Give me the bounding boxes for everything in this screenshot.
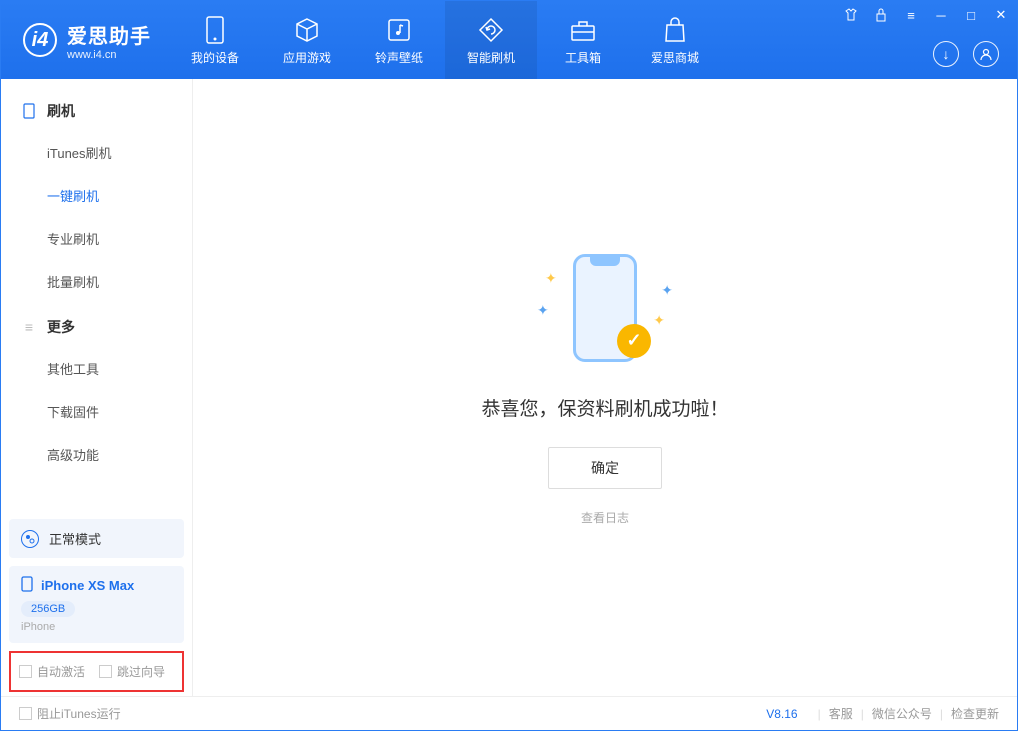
nav-label: 铃声壁纸 xyxy=(375,49,423,66)
checkbox-icon xyxy=(19,665,32,678)
checkbox-label: 自动激活 xyxy=(37,663,85,680)
phone-icon xyxy=(200,15,230,45)
menu-icon[interactable]: ≡ xyxy=(901,5,921,25)
minimize-button[interactable]: ─ xyxy=(931,5,951,25)
nav-ringtones[interactable]: 铃声壁纸 xyxy=(353,1,445,79)
sidebar-section-more: ≡ 更多 其他工具 下载固件 高级功能 xyxy=(1,307,192,476)
nav-label: 智能刷机 xyxy=(467,49,515,66)
checkbox-block-itunes[interactable]: 阻止iTunes运行 xyxy=(19,705,121,722)
nav-my-device[interactable]: 我的设备 xyxy=(169,1,261,79)
nav-label: 我的设备 xyxy=(191,49,239,66)
check-update-link[interactable]: 检查更新 xyxy=(951,705,999,722)
checkmark-badge-icon: ✓ xyxy=(617,324,651,358)
lock-icon[interactable] xyxy=(871,5,891,25)
logo-text: 爱思助手 www.i4.cn xyxy=(67,20,151,61)
download-button[interactable]: ↓ xyxy=(933,41,959,67)
phone-icon xyxy=(21,576,33,595)
list-icon: ≡ xyxy=(21,319,37,335)
sidebar-item-itunes-flash[interactable]: iTunes刷机 xyxy=(1,131,192,174)
support-link[interactable]: 客服 xyxy=(829,705,853,722)
footer: 阻止iTunes运行 V8.16 | 客服 | 微信公众号 | 检查更新 xyxy=(1,696,1017,730)
sidebar-section-flash: 刷机 iTunes刷机 一键刷机 专业刷机 批量刷机 xyxy=(1,91,192,303)
view-log-link[interactable]: 查看日志 xyxy=(581,509,629,526)
sidebar-item-other-tools[interactable]: 其他工具 xyxy=(1,347,192,390)
sparkle-icon: ✦ xyxy=(661,282,673,299)
sidebar-item-download-firmware[interactable]: 下载固件 xyxy=(1,390,192,433)
device-capacity: 256GB xyxy=(21,601,75,617)
checkbox-auto-activate[interactable]: 自动激活 xyxy=(19,663,85,680)
checkbox-label: 阻止iTunes运行 xyxy=(37,705,121,722)
header: i4 爱思助手 www.i4.cn 我的设备 应用游戏 铃声壁纸 智能刷机 工具… xyxy=(1,1,1017,79)
success-illustration: ✦ ✦ ✦ ✦ ✓ xyxy=(535,250,675,370)
nav-label: 爱思商城 xyxy=(651,49,699,66)
device-panel: 正常模式 iPhone XS Max 256GB iPhone 自动激活 跳过向… xyxy=(1,519,192,696)
footer-right: V8.16 | 客服 | 微信公众号 | 检查更新 xyxy=(766,705,999,722)
maximize-button[interactable]: □ xyxy=(961,5,981,25)
sidebar-item-oneclick-flash[interactable]: 一键刷机 xyxy=(1,174,192,217)
device-type: iPhone xyxy=(21,621,172,633)
sidebar: 刷机 iTunes刷机 一键刷机 专业刷机 批量刷机 ≡ 更多 其他工具 下载固… xyxy=(1,79,193,696)
checkbox-label: 跳过向导 xyxy=(117,663,165,680)
logo-icon: i4 xyxy=(23,23,57,57)
ok-button[interactable]: 确定 xyxy=(548,447,662,489)
nav-label: 工具箱 xyxy=(565,49,601,66)
cube-icon xyxy=(292,15,322,45)
sidebar-header-more: ≡ 更多 xyxy=(1,307,192,347)
device-name: iPhone XS Max xyxy=(41,578,134,593)
bag-icon xyxy=(660,15,690,45)
sidebar-header-flash: 刷机 xyxy=(1,91,192,131)
version-label: V8.16 xyxy=(766,707,797,721)
sidebar-item-batch-flash[interactable]: 批量刷机 xyxy=(1,260,192,303)
sidebar-item-pro-flash[interactable]: 专业刷机 xyxy=(1,217,192,260)
nav-store[interactable]: 爱思商城 xyxy=(629,1,721,79)
sparkle-icon: ✦ xyxy=(653,312,665,329)
body: 刷机 iTunes刷机 一键刷机 专业刷机 批量刷机 ≡ 更多 其他工具 下载固… xyxy=(1,79,1017,696)
device-mode-label: 正常模式 xyxy=(49,529,101,548)
logo: i4 爱思助手 www.i4.cn xyxy=(1,20,169,61)
profile-button[interactable] xyxy=(973,41,999,67)
refresh-icon xyxy=(476,15,506,45)
wechat-link[interactable]: 微信公众号 xyxy=(872,705,932,722)
checkbox-icon xyxy=(19,707,32,720)
app-title: 爱思助手 xyxy=(67,20,151,49)
device-info[interactable]: iPhone XS Max 256GB iPhone xyxy=(9,566,184,643)
sparkle-icon: ✦ xyxy=(545,270,557,287)
music-icon xyxy=(384,15,414,45)
nav-label: 应用游戏 xyxy=(283,49,331,66)
success-message: 恭喜您，保资料刷机成功啦！ xyxy=(481,394,728,421)
sidebar-item-advanced[interactable]: 高级功能 xyxy=(1,433,192,476)
flash-options-highlighted: 自动激活 跳过向导 xyxy=(9,651,184,692)
checkbox-icon xyxy=(99,665,112,678)
titlebar-controls: ≡ ─ □ ✕ xyxy=(841,5,1011,25)
nav-flash[interactable]: 智能刷机 xyxy=(445,1,537,79)
nav-apps[interactable]: 应用游戏 xyxy=(261,1,353,79)
mode-icon xyxy=(21,530,39,548)
toolbox-icon xyxy=(568,15,598,45)
main-content: ✦ ✦ ✦ ✦ ✓ 恭喜您，保资料刷机成功啦！ 确定 查看日志 xyxy=(193,79,1017,696)
phone-icon xyxy=(21,103,37,119)
sidebar-header-label: 刷机 xyxy=(47,101,75,121)
close-button[interactable]: ✕ xyxy=(991,5,1011,25)
main-nav: 我的设备 应用游戏 铃声壁纸 智能刷机 工具箱 爱思商城 xyxy=(169,1,721,79)
sidebar-header-label: 更多 xyxy=(47,317,75,337)
checkbox-skip-guide[interactable]: 跳过向导 xyxy=(99,663,165,680)
tshirt-icon[interactable] xyxy=(841,5,861,25)
user-controls: ↓ xyxy=(933,41,999,67)
sparkle-icon: ✦ xyxy=(537,302,549,319)
device-mode[interactable]: 正常模式 xyxy=(9,519,184,558)
nav-toolbox[interactable]: 工具箱 xyxy=(537,1,629,79)
app-subtitle: www.i4.cn xyxy=(67,49,151,61)
